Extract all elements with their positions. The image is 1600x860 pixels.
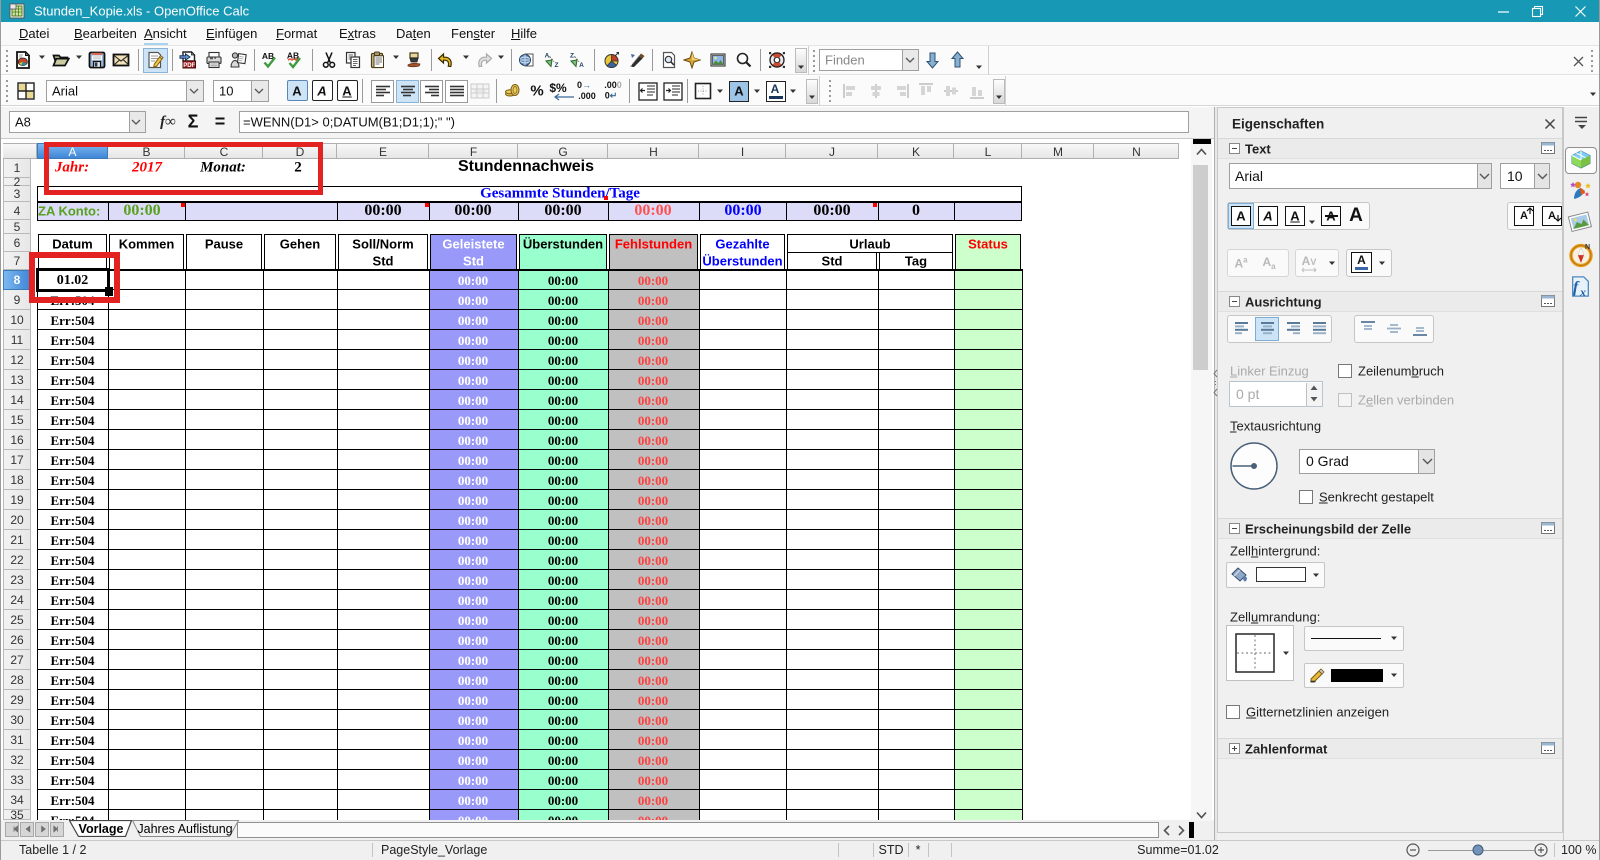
svg-text:N: N bbox=[1585, 244, 1590, 251]
svg-text:Z: Z bbox=[570, 53, 574, 60]
svg-text:PDF: PDF bbox=[183, 63, 195, 69]
svg-text:Z: Z bbox=[555, 62, 559, 69]
svg-text:A: A bbox=[579, 62, 584, 69]
svg-text:A: A bbox=[545, 53, 550, 60]
svg-text:x: x bbox=[1579, 285, 1586, 299]
